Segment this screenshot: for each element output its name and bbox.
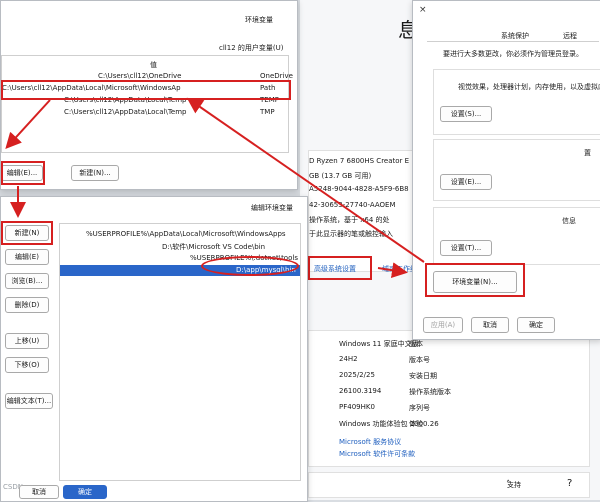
service-agreement-link[interactable]: Microsoft 服务协议 <box>339 437 401 447</box>
spec-label: 序列号 <box>409 404 430 412</box>
license-terms-link[interactable]: Microsoft 软件许可条款 <box>339 449 415 459</box>
ok-button[interactable]: 确定 <box>63 485 107 499</box>
pen-touch-text: 于此显示器的笔或触控输入 <box>309 230 393 238</box>
cancel-button[interactable]: 取消 <box>19 485 59 499</box>
spec-value: 26100.3194 <box>339 387 382 395</box>
tab-system-protection[interactable]: 系统保护 <box>501 31 529 41</box>
support-section: ? 支持 <box>308 472 590 498</box>
spec-label: 版本号 <box>409 356 430 364</box>
startup-settings-button[interactable]: 设置(T)... <box>440 240 492 256</box>
spec-value: PF409HK0 <box>339 403 375 411</box>
cpu-text: D Ryzen 7 6800HS Creator E <box>309 157 410 165</box>
variable-name: OneDrive <box>260 72 293 80</box>
spec-label: 操作系统版本 <box>409 388 451 396</box>
chevron-up-icon[interactable]: ˄ <box>506 480 511 490</box>
spec-label: 安装日期 <box>409 372 437 380</box>
startup-partial: 信息 <box>562 217 576 225</box>
profile-settings-button[interactable]: 设置(E)... <box>440 174 492 190</box>
system-type-text: 操作系统，基于 x64 的处 <box>309 216 390 224</box>
advanced-settings-highlight <box>308 256 372 280</box>
delete-path-button[interactable]: 删除(D) <box>5 297 49 313</box>
edit-env-dialog: 编辑环境变量 %USERPROFILE%\AppData\Local\Micro… <box>0 196 308 502</box>
spec-value: 2025/2/25 <box>339 371 375 379</box>
tab-remote[interactable]: 远程 <box>563 31 577 41</box>
ok-button[interactable]: 确定 <box>517 317 555 333</box>
column-value-header: 值 <box>150 61 157 69</box>
variable-name: TMP <box>260 108 275 116</box>
env-button-highlight <box>425 263 525 297</box>
spec-value: Windows 功能体验包 1000.26 <box>339 420 439 428</box>
product-id-text: 42-30653-27740-AAOEM <box>309 201 396 209</box>
new-path-highlight <box>201 256 299 276</box>
cancel-button[interactable]: 取消 <box>471 317 509 333</box>
edit-path-button[interactable]: 编辑(E) <box>5 249 49 265</box>
system-properties-dialog: × 系统保护 远程 要进行大多数更改，你必须作为管理员登录。 视觉效果，处理器计… <box>412 0 600 340</box>
path-entry[interactable]: D:\软件\Microsoft VS Code\bin <box>162 242 265 252</box>
move-down-button[interactable]: 下移(O) <box>5 357 49 373</box>
browse-button[interactable]: 浏览(B)... <box>5 273 49 289</box>
dialog-title: 编辑环境变量 <box>251 204 293 212</box>
move-up-button[interactable]: 上移(U) <box>5 333 49 349</box>
spec-value: Windows 11 家庭中文版 <box>339 340 419 348</box>
variable-value: C:\Users\cll12\AppData\Local\Temp <box>64 108 187 116</box>
user-variables-list[interactable]: 值 OneDrive C:\Users\cll12\OneDrive Path … <box>1 55 293 153</box>
user-profile-partial: 置 <box>584 149 591 157</box>
admin-note: 要进行大多数更改，你必须作为管理员登录。 <box>443 50 583 58</box>
variable-value: C:\Users\cll12\OneDrive <box>98 72 182 80</box>
new-button[interactable]: 新建(N)... <box>71 165 119 181</box>
user-env-dialog: 环境变量 cll12 的用户变量(U) 值 OneDrive C:\Users\… <box>0 0 298 190</box>
ram-text: GB (13.7 GB 可用) <box>309 172 372 180</box>
tab-strip-underline <box>427 41 599 42</box>
performance-group: 视觉效果，处理器计划，内存使用，以及虚拟内存 设置(S)... <box>433 69 600 135</box>
performance-settings-button[interactable]: 设置(S)... <box>440 106 492 122</box>
user-section-label: cll12 的用户变量(U) <box>219 44 284 52</box>
close-icon[interactable]: × <box>419 5 427 15</box>
apply-button: 应用(A) <box>423 317 463 333</box>
performance-desc: 视觉效果，处理器计划，内存使用，以及虚拟内存 <box>458 83 600 91</box>
path-entry[interactable]: %USERPROFILE%\AppData\Local\Microsoft\Wi… <box>86 230 286 238</box>
spec-value: 24H2 <box>339 355 358 363</box>
help-icon: ? <box>567 478 573 489</box>
edit-button-highlight <box>1 161 45 185</box>
edit-text-button[interactable]: 编辑文本(T)... <box>5 393 53 409</box>
windows-specs-panel: 版本 Windows 11 家庭中文版 版本号 24H2 安装日期 2025/2… <box>308 330 590 467</box>
path-row-highlight <box>1 80 291 100</box>
device-id-text: A5248-9044-4828-A5F9-6B8 <box>309 185 409 193</box>
user-profile-group: 置 设置(E)... <box>433 139 600 201</box>
startup-recovery-group: 信息 设置(T)... <box>433 207 600 265</box>
new-path-button-highlight <box>1 221 53 245</box>
dialog-title: 环境变量 <box>245 16 273 24</box>
